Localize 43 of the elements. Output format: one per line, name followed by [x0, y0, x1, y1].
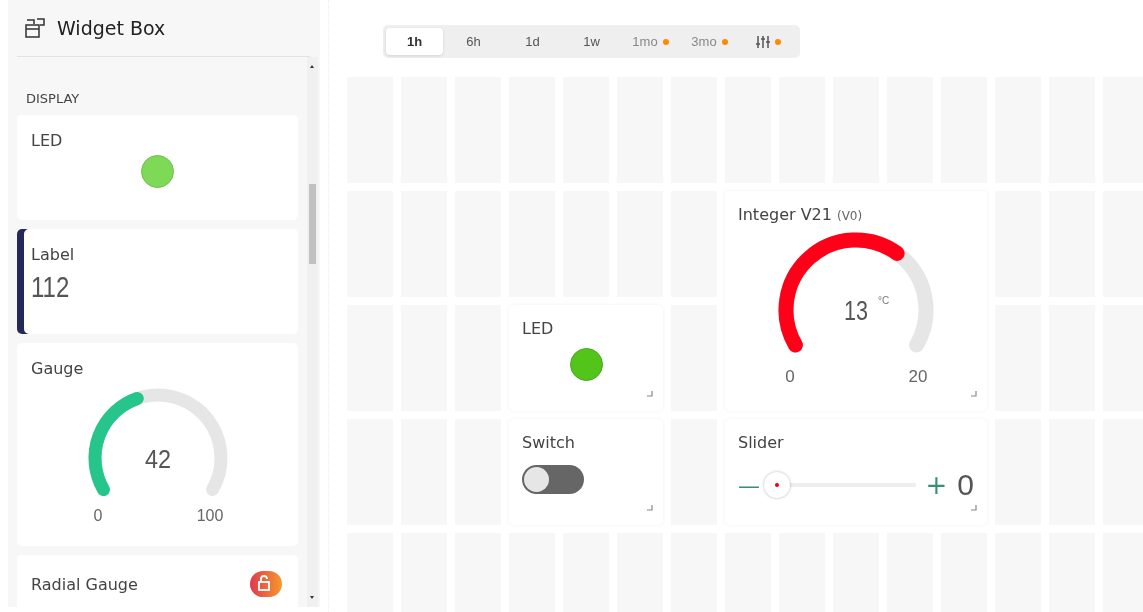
gauge-value: 13: [844, 295, 876, 326]
gauge-min: 0: [93, 507, 102, 524]
widget-title: LED: [522, 319, 554, 338]
widget-title: Switch: [522, 433, 575, 452]
resize-handle-icon[interactable]: [647, 391, 653, 397]
time-tab[interactable]: 1d: [504, 28, 561, 55]
time-tab[interactable]: 6h: [445, 28, 502, 55]
widget-card[interactable]: Slider — + 0: [725, 419, 987, 525]
gauge-max: 20: [908, 367, 928, 386]
widget-card[interactable]: LED: [17, 115, 298, 220]
widget-card[interactable]: Label 112: [17, 229, 298, 334]
widget-name: Gauge: [31, 359, 84, 378]
slider-value: 0: [957, 468, 974, 502]
resize-handle-icon[interactable]: [971, 391, 977, 397]
sliders-icon: [756, 34, 770, 49]
pin-label: (V0): [836, 209, 863, 223]
widget-name: Radial Gauge: [31, 574, 138, 594]
widget-card[interactable]: Switch: [509, 419, 663, 525]
widget-title: Slider: [738, 433, 784, 452]
resize-handle-icon[interactable]: [647, 505, 653, 511]
increase-button[interactable]: +: [925, 470, 948, 500]
widget-card[interactable]: Gauge 42 0 100: [17, 343, 298, 546]
gauge-min: 0: [785, 367, 795, 386]
gauge-value: 42: [144, 444, 174, 474]
label-value: 112: [31, 270, 71, 304]
widget-name: LED: [31, 131, 63, 150]
section-heading: DISPLAY: [26, 91, 81, 106]
resize-handle-icon[interactable]: [971, 505, 977, 511]
gauge-max: 100: [196, 507, 223, 524]
toggle-switch[interactable]: [522, 465, 584, 494]
lock-badge-icon: [250, 571, 282, 597]
unit-label: °C: [878, 295, 890, 306]
widget-name: Label: [31, 245, 75, 264]
widget-title: Integer V21: [738, 205, 832, 224]
widget-card[interactable]: Radial Gauge: [17, 555, 298, 607]
widget-box-icon: [25, 18, 47, 38]
widget-card[interactable]: LED: [509, 305, 663, 411]
slider-thumb[interactable]: [764, 472, 790, 498]
decrease-button[interactable]: —: [738, 472, 760, 498]
scrollbar[interactable]: [307, 57, 318, 607]
panel-title: Widget Box: [57, 17, 166, 39]
time-tab[interactable]: 1h: [386, 28, 443, 55]
time-tab[interactable]: 1w: [563, 28, 620, 55]
